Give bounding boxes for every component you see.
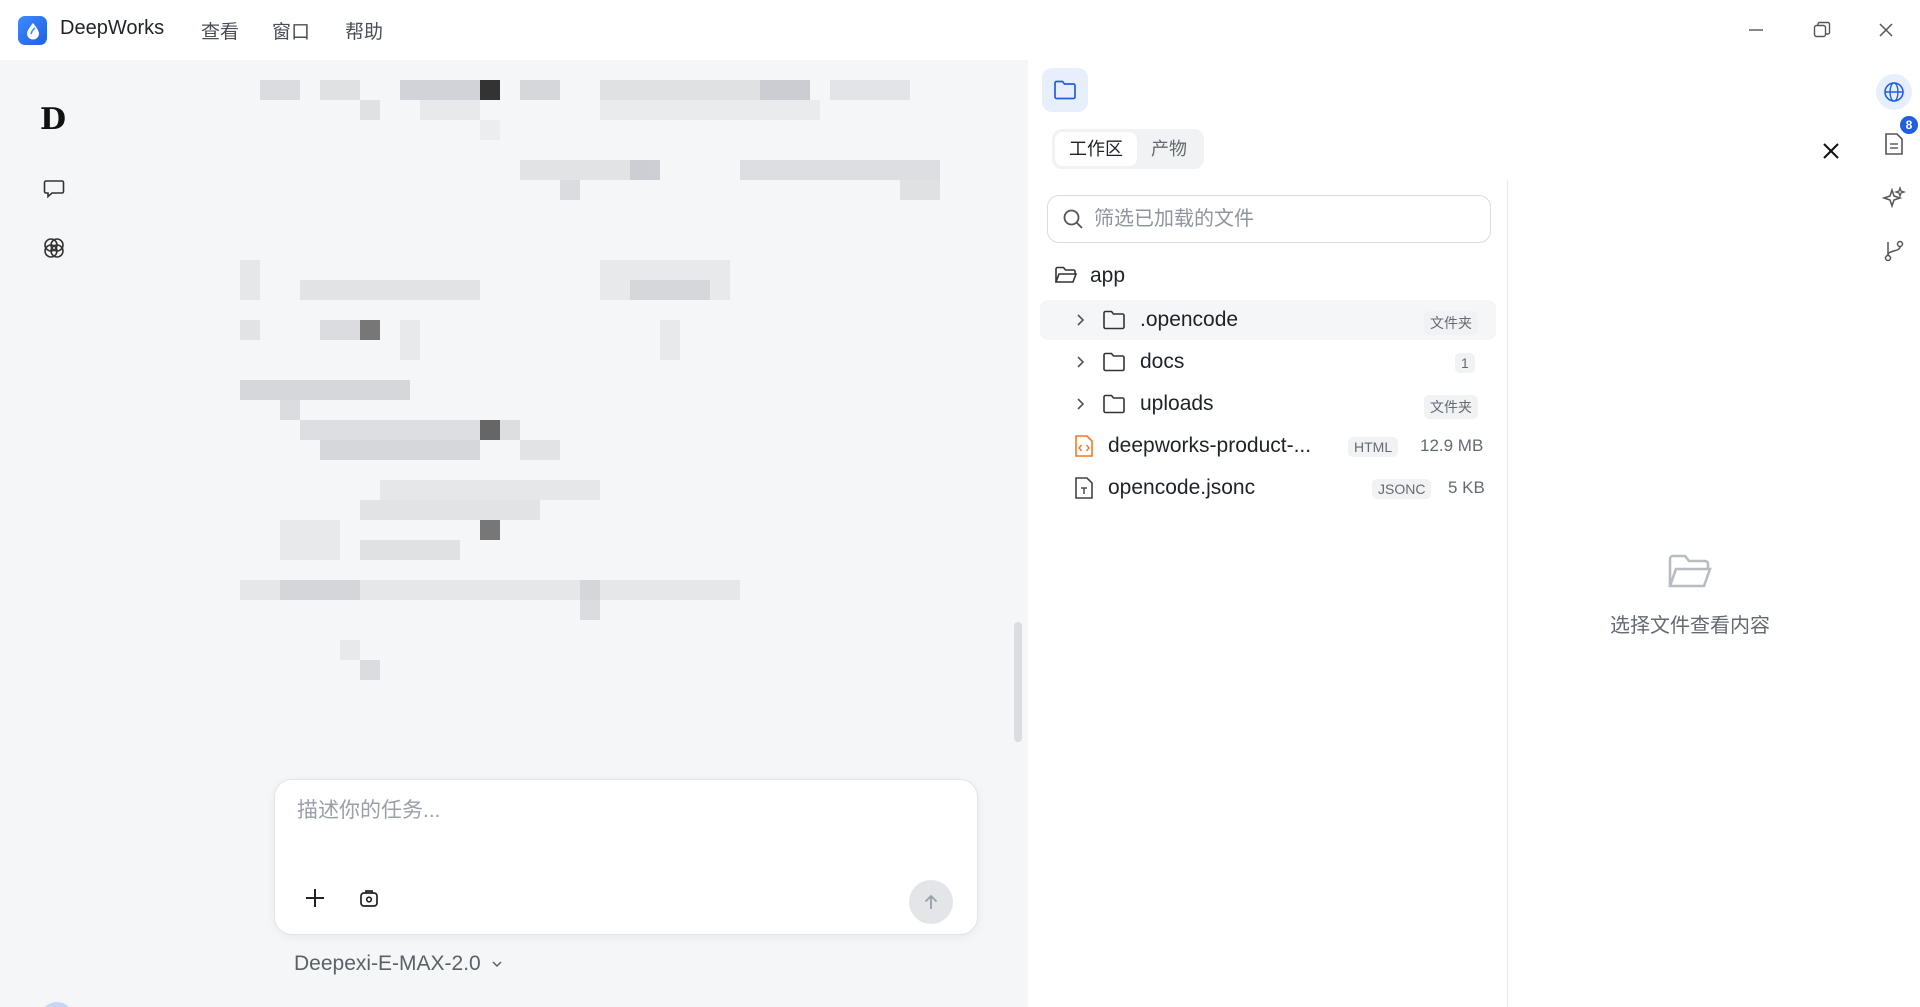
file-size: 12.9 MB (1420, 436, 1484, 455)
type-badge: HTML (1348, 437, 1399, 457)
globe-icon[interactable] (1876, 74, 1912, 110)
tree-item-label: deepworks-product-... (1108, 434, 1312, 457)
send-button[interactable] (909, 880, 953, 924)
menu-window[interactable]: 窗口 (272, 17, 310, 44)
type-badge: 文件夹 (1424, 395, 1478, 419)
file-size: 5 KB (1448, 478, 1485, 497)
add-attachment-button[interactable] (297, 880, 333, 916)
tree-item-docs[interactable]: docs (1040, 342, 1496, 382)
folder-toggle-button[interactable] (1042, 68, 1088, 112)
git-branch-icon[interactable] (1876, 233, 1912, 269)
chevron-right-icon[interactable] (1074, 355, 1088, 369)
brand-logo[interactable]: D (40, 102, 66, 137)
tree-item-label: opencode.jsonc (1108, 476, 1256, 499)
app-name: DeepWorks (60, 17, 165, 39)
chat-bubble-icon[interactable] (40, 174, 68, 202)
folder-icon (1103, 394, 1125, 414)
empty-preview-text: 选择文件查看内容 (1610, 615, 1770, 637)
type-badge: 文件夹 (1424, 311, 1478, 335)
close-window-button[interactable] (1870, 14, 1902, 46)
skills-knot-icon[interactable] (40, 234, 68, 262)
sparkle-icon[interactable] (1876, 180, 1912, 216)
file-filter (1047, 195, 1491, 243)
restore-button[interactable] (1806, 14, 1838, 46)
menu-view[interactable]: 查看 (201, 17, 239, 44)
chat-scrollbar[interactable] (1014, 622, 1022, 742)
file-filter-input[interactable] (1094, 207, 1474, 231)
toolbox-button[interactable] (351, 880, 387, 916)
tab-workspace[interactable]: 工作区 (1055, 132, 1137, 166)
model-selector[interactable]: Deepexi-E-MAX-2.0 (294, 952, 503, 976)
model-name: Deepexi-E-MAX-2.0 (294, 952, 481, 975)
tree-root-app[interactable]: app (1054, 264, 1125, 288)
menu-help[interactable]: 帮助 (345, 17, 383, 44)
task-input[interactable] (297, 794, 897, 828)
folder-icon (1103, 352, 1125, 372)
panel-divider[interactable] (1507, 180, 1508, 1007)
chevron-right-icon[interactable] (1074, 397, 1088, 411)
tree-item-label: docs (1140, 350, 1185, 373)
tree-item-label: uploads (1140, 392, 1214, 415)
folder-open-icon (1668, 554, 1712, 588)
chevron-down-icon (492, 961, 502, 968)
notification-badge: 8 (1900, 116, 1918, 134)
chevron-right-icon[interactable] (1074, 313, 1088, 327)
panel-tabs: 工作区 产物 (1052, 129, 1204, 169)
html-file-icon (1075, 435, 1093, 457)
tree-item-label: .opencode (1140, 308, 1239, 331)
type-badge: JSONC (1372, 479, 1432, 499)
tab-artifacts[interactable]: 产物 (1137, 132, 1201, 166)
composer (274, 779, 978, 935)
search-icon (1063, 209, 1083, 229)
app-logo-icon (18, 16, 47, 45)
minimize-button[interactable] (1740, 14, 1772, 46)
empty-preview: 选择文件查看内容 (1590, 552, 1790, 638)
folder-icon (1103, 310, 1125, 330)
folder-open-icon (1054, 266, 1078, 283)
text-file-icon (1075, 477, 1093, 499)
tree-root-label: app (1090, 264, 1126, 287)
user-avatar[interactable]: W (40, 1002, 74, 1007)
left-rail: D W (0, 60, 108, 1007)
title-bar: DeepWorks 查看 窗口 帮助 (0, 0, 1920, 60)
close-panel-button[interactable] (1816, 136, 1846, 166)
count-badge: 1 (1455, 353, 1475, 373)
